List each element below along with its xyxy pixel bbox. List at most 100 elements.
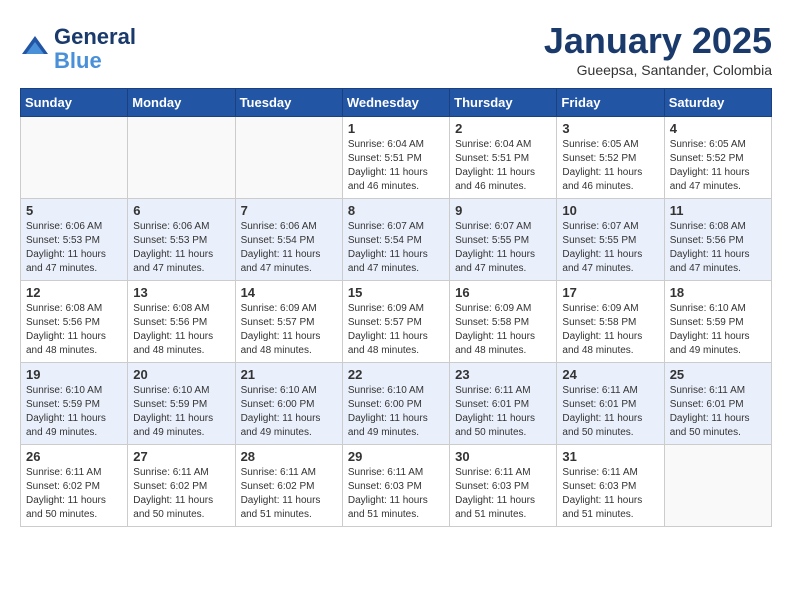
- calendar-day-cell: 29 Sunrise: 6:11 AM Sunset: 6:03 PM Dayli…: [342, 445, 449, 527]
- day-info: Sunrise: 6:09 AM Sunset: 5:57 PM Dayligh…: [241, 302, 337, 358]
- calendar-day-cell: 15Sunrise: 6:09 AM Sunset: 5:57 PM Dayli…: [342, 281, 449, 363]
- day-number: 20: [133, 367, 229, 382]
- day-info: Sunrise: 6:11 AM Sunset: 6:03 PM Dayligh…: [348, 466, 444, 522]
- day-info: Sunrise: 6:11 AM Sunset: 6:01 PM Dayligh…: [670, 384, 766, 440]
- weekday-header-tuesday: Tuesday: [235, 89, 342, 117]
- logo-text: General Blue: [54, 25, 136, 73]
- calendar-day-cell: 8 Sunrise: 6:07 AM Sunset: 5:54 PM Daylig…: [342, 199, 449, 281]
- day-info: Sunrise: 6:08 AM Sunset: 5:56 PM Dayligh…: [26, 302, 122, 358]
- calendar-day-cell: 4Sunrise: 6:05 AM Sunset: 5:52 PM Daylig…: [664, 117, 771, 199]
- day-info: Sunrise: 6:09 AM Sunset: 5:58 PM Dayligh…: [455, 302, 551, 358]
- weekday-header-sunday: Sunday: [21, 89, 128, 117]
- day-info: Sunrise: 6:11 AM Sunset: 6:02 PM Dayligh…: [241, 466, 337, 522]
- day-number: 27: [133, 449, 229, 464]
- calendar-day-cell: 3 Sunrise: 6:05 AM Sunset: 5:52 PM Daylig…: [557, 117, 664, 199]
- calendar-day-cell: 21 Sunrise: 6:10 AM Sunset: 6:00 PM Dayli…: [235, 363, 342, 445]
- calendar-day-cell: 2 Sunrise: 6:04 AM Sunset: 5:51 PM Daylig…: [450, 117, 557, 199]
- calendar-day-cell: 14Sunrise: 6:09 AM Sunset: 5:57 PM Dayli…: [235, 281, 342, 363]
- day-number: 22: [348, 367, 444, 382]
- day-number: 15: [348, 285, 444, 300]
- calendar-day-cell: 26Sunrise: 6:11 AM Sunset: 6:02 PM Dayli…: [21, 445, 128, 527]
- location-text: Gueepsa, Santander, Colombia: [544, 62, 772, 78]
- day-info: Sunrise: 6:04 AM Sunset: 5:51 PM Dayligh…: [348, 138, 444, 194]
- day-info: Sunrise: 6:07 AM Sunset: 5:54 PM Dayligh…: [348, 220, 444, 276]
- day-info: Sunrise: 6:11 AM Sunset: 6:01 PM Dayligh…: [562, 384, 658, 440]
- day-number: 1: [348, 121, 444, 136]
- day-number: 5: [26, 203, 122, 218]
- calendar-day-cell: 17Sunrise: 6:09 AM Sunset: 5:58 PM Dayli…: [557, 281, 664, 363]
- calendar-day-cell: 27 Sunrise: 6:11 AM Sunset: 6:02 PM Dayli…: [128, 445, 235, 527]
- calendar-week-row: 19Sunrise: 6:10 AM Sunset: 5:59 PM Dayli…: [21, 363, 772, 445]
- day-number: 28: [241, 449, 337, 464]
- calendar-day-cell: 24 Sunrise: 6:11 AM Sunset: 6:01 PM Dayli…: [557, 363, 664, 445]
- weekday-header-monday: Monday: [128, 89, 235, 117]
- day-number: 30: [455, 449, 551, 464]
- day-number: 21: [241, 367, 337, 382]
- month-title: January 2025: [544, 20, 772, 62]
- day-info: Sunrise: 6:08 AM Sunset: 5:56 PM Dayligh…: [670, 220, 766, 276]
- calendar-day-cell: 18 Sunrise: 6:10 AM Sunset: 5:59 PM Dayli…: [664, 281, 771, 363]
- day-info: Sunrise: 6:09 AM Sunset: 5:58 PM Dayligh…: [562, 302, 658, 358]
- day-number: 29: [348, 449, 444, 464]
- calendar-day-cell: 5 Sunrise: 6:06 AM Sunset: 5:53 PM Daylig…: [21, 199, 128, 281]
- calendar-day-cell: 25 Sunrise: 6:11 AM Sunset: 6:01 PM Dayli…: [664, 363, 771, 445]
- day-info: Sunrise: 6:10 AM Sunset: 5:59 PM Dayligh…: [670, 302, 766, 358]
- day-info: Sunrise: 6:04 AM Sunset: 5:51 PM Dayligh…: [455, 138, 551, 194]
- calendar-day-cell: 11Sunrise: 6:08 AM Sunset: 5:56 PM Dayli…: [664, 199, 771, 281]
- day-info: Sunrise: 6:07 AM Sunset: 5:55 PM Dayligh…: [455, 220, 551, 276]
- day-info: Sunrise: 6:10 AM Sunset: 6:00 PM Dayligh…: [348, 384, 444, 440]
- day-number: 3: [562, 121, 658, 136]
- calendar-day-cell: 23 Sunrise: 6:11 AM Sunset: 6:01 PM Dayli…: [450, 363, 557, 445]
- calendar-day-cell: 9Sunrise: 6:07 AM Sunset: 5:55 PM Daylig…: [450, 199, 557, 281]
- day-number: 25: [670, 367, 766, 382]
- page-header: General Blue January 2025 Gueepsa, Santa…: [20, 20, 772, 78]
- day-info: Sunrise: 6:11 AM Sunset: 6:03 PM Dayligh…: [455, 466, 551, 522]
- day-info: Sunrise: 6:07 AM Sunset: 5:55 PM Dayligh…: [562, 220, 658, 276]
- calendar-day-cell: 28 Sunrise: 6:11 AM Sunset: 6:02 PM Dayli…: [235, 445, 342, 527]
- calendar-day-cell: 7 Sunrise: 6:06 AM Sunset: 5:54 PM Daylig…: [235, 199, 342, 281]
- day-info: Sunrise: 6:10 AM Sunset: 5:59 PM Dayligh…: [26, 384, 122, 440]
- day-info: Sunrise: 6:11 AM Sunset: 6:02 PM Dayligh…: [26, 466, 122, 522]
- day-number: 6: [133, 203, 229, 218]
- calendar-week-row: 26Sunrise: 6:11 AM Sunset: 6:02 PM Dayli…: [21, 445, 772, 527]
- logo: General Blue: [20, 25, 136, 73]
- calendar-day-cell: 12 Sunrise: 6:08 AM Sunset: 5:56 PM Dayli…: [21, 281, 128, 363]
- day-info: Sunrise: 6:08 AM Sunset: 5:56 PM Dayligh…: [133, 302, 229, 358]
- calendar-week-row: 12 Sunrise: 6:08 AM Sunset: 5:56 PM Dayli…: [21, 281, 772, 363]
- day-number: 23: [455, 367, 551, 382]
- calendar-day-cell: 31Sunrise: 6:11 AM Sunset: 6:03 PM Dayli…: [557, 445, 664, 527]
- weekday-header-wednesday: Wednesday: [342, 89, 449, 117]
- calendar-day-cell: [664, 445, 771, 527]
- calendar-day-cell: 10 Sunrise: 6:07 AM Sunset: 5:55 PM Dayli…: [557, 199, 664, 281]
- day-number: 18: [670, 285, 766, 300]
- day-info: Sunrise: 6:10 AM Sunset: 5:59 PM Dayligh…: [133, 384, 229, 440]
- day-info: Sunrise: 6:06 AM Sunset: 5:53 PM Dayligh…: [133, 220, 229, 276]
- day-info: Sunrise: 6:05 AM Sunset: 5:52 PM Dayligh…: [562, 138, 658, 194]
- weekday-header-row: SundayMondayTuesdayWednesdayThursdayFrid…: [21, 89, 772, 117]
- title-block: January 2025 Gueepsa, Santander, Colombi…: [544, 20, 772, 78]
- calendar-week-row: 1 Sunrise: 6:04 AM Sunset: 5:51 PM Daylig…: [21, 117, 772, 199]
- day-info: Sunrise: 6:11 AM Sunset: 6:03 PM Dayligh…: [562, 466, 658, 522]
- day-info: Sunrise: 6:10 AM Sunset: 6:00 PM Dayligh…: [241, 384, 337, 440]
- calendar-day-cell: 1 Sunrise: 6:04 AM Sunset: 5:51 PM Daylig…: [342, 117, 449, 199]
- calendar-day-cell: 30 Sunrise: 6:11 AM Sunset: 6:03 PM Dayli…: [450, 445, 557, 527]
- day-info: Sunrise: 6:06 AM Sunset: 5:54 PM Dayligh…: [241, 220, 337, 276]
- day-number: 7: [241, 203, 337, 218]
- day-info: Sunrise: 6:11 AM Sunset: 6:02 PM Dayligh…: [133, 466, 229, 522]
- day-number: 24: [562, 367, 658, 382]
- calendar-day-cell: 22 Sunrise: 6:10 AM Sunset: 6:00 PM Dayli…: [342, 363, 449, 445]
- day-number: 2: [455, 121, 551, 136]
- calendar-day-cell: [21, 117, 128, 199]
- calendar-day-cell: 19Sunrise: 6:10 AM Sunset: 5:59 PM Dayli…: [21, 363, 128, 445]
- logo-icon: [20, 34, 50, 64]
- day-info: Sunrise: 6:06 AM Sunset: 5:53 PM Dayligh…: [26, 220, 122, 276]
- calendar-day-cell: 13Sunrise: 6:08 AM Sunset: 5:56 PM Dayli…: [128, 281, 235, 363]
- day-number: 12: [26, 285, 122, 300]
- weekday-header-thursday: Thursday: [450, 89, 557, 117]
- calendar-day-cell: [235, 117, 342, 199]
- calendar-day-cell: 20 Sunrise: 6:10 AM Sunset: 5:59 PM Dayli…: [128, 363, 235, 445]
- day-number: 10: [562, 203, 658, 218]
- day-info: Sunrise: 6:11 AM Sunset: 6:01 PM Dayligh…: [455, 384, 551, 440]
- calendar-table: SundayMondayTuesdayWednesdayThursdayFrid…: [20, 88, 772, 527]
- day-number: 8: [348, 203, 444, 218]
